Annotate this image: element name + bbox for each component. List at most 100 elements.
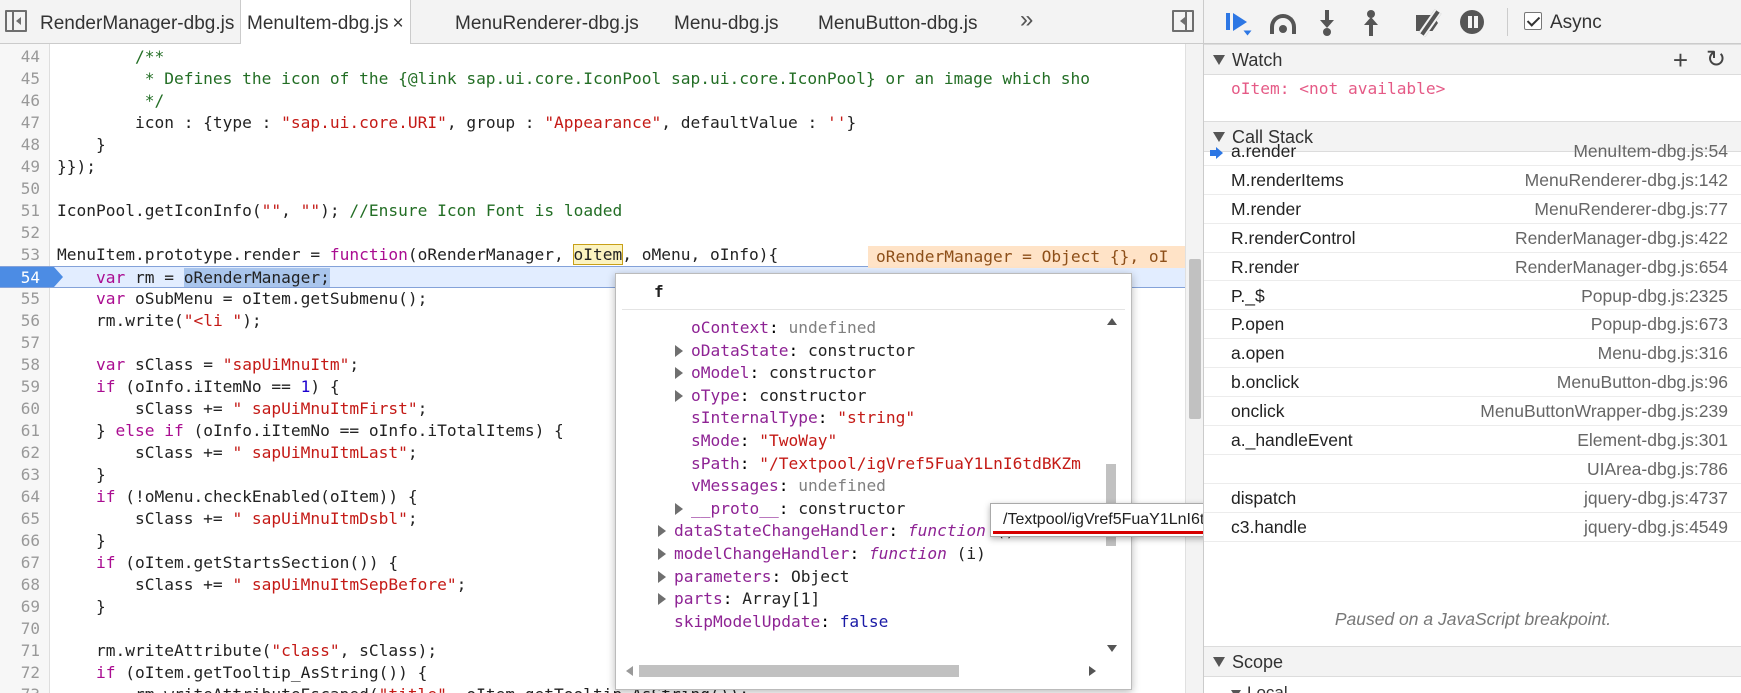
scroll-left-icon[interactable]: [626, 666, 633, 676]
property-row[interactable]: sPath: "/Textpool/igVref5FuaY1LnI6tdBKZm: [691, 451, 1081, 476]
tab-overflow-icon[interactable]: »: [1020, 6, 1034, 34]
line-number[interactable]: 51: [0, 200, 40, 222]
expand-triangle-icon[interactable]: [675, 344, 683, 357]
line-number[interactable]: 53: [0, 244, 40, 266]
property-row[interactable]: sMode: "TwoWay": [691, 428, 837, 453]
add-watch-button[interactable]: +: [1673, 47, 1688, 73]
call-frame[interactable]: R.renderControl RenderManager-dbg.js:422: [1204, 224, 1741, 253]
property-row[interactable]: modelChangeHandler: function (i): [658, 541, 986, 566]
code-line[interactable]: 50: [0, 178, 1185, 200]
property-row[interactable]: oType: constructor: [675, 383, 866, 408]
scroll-up-icon[interactable]: [1107, 318, 1117, 325]
code-line[interactable]: 46 */: [0, 90, 1185, 112]
pause-on-exceptions-button[interactable]: [1457, 8, 1487, 36]
frame-location[interactable]: UIArea-dbg.js:786: [1587, 455, 1728, 484]
call-frame[interactable]: a._handleEvent Element-dbg.js:301: [1204, 426, 1741, 455]
code-line[interactable]: 49}});: [0, 156, 1185, 178]
line-number[interactable]: 55: [0, 288, 40, 310]
code-line[interactable]: 44 /**: [0, 46, 1185, 68]
line-number[interactable]: 57: [0, 332, 40, 354]
step-out-button[interactable]: [1356, 8, 1386, 36]
editor-scroll-thumb[interactable]: [1189, 259, 1201, 419]
line-number[interactable]: 54: [0, 267, 40, 289]
property-row[interactable]: parts: Array[1]: [658, 586, 820, 611]
popover-hscroll-thumb[interactable]: [639, 665, 959, 677]
frame-location[interactable]: Menu-dbg.js:316: [1598, 339, 1728, 368]
line-number[interactable]: 69: [0, 596, 40, 618]
line-number[interactable]: 62: [0, 442, 40, 464]
frame-location[interactable]: RenderManager-dbg.js:422: [1515, 224, 1728, 253]
property-row[interactable]: __proto__: constructor: [675, 496, 905, 521]
tab-menu-button[interactable]: MenuButton-dbg.js: [818, 0, 978, 44]
line-number[interactable]: 73: [0, 684, 40, 693]
tab-menu-item[interactable]: MenuItem-dbg.js ×: [240, 0, 411, 45]
call-frame[interactable]: a.render MenuItem-dbg.js:54: [1204, 137, 1741, 166]
property-row[interactable]: sInternalType: "string": [691, 405, 915, 430]
refresh-watch-button[interactable]: ↻: [1706, 47, 1726, 73]
code-line[interactable]: 52: [0, 222, 1185, 244]
resume-button[interactable]: [1224, 8, 1254, 36]
step-over-button[interactable]: [1268, 8, 1298, 36]
call-frame[interactable]: M.render MenuRenderer-dbg.js:77: [1204, 195, 1741, 224]
line-number[interactable]: 65: [0, 508, 40, 530]
line-number[interactable]: 59: [0, 376, 40, 398]
code-line[interactable]: 47 icon : {type : "sap.ui.core.URI", gro…: [0, 112, 1185, 134]
frame-location[interactable]: Popup-dbg.js:2325: [1581, 282, 1728, 311]
toggle-navigator-icon[interactable]: [5, 10, 27, 32]
frame-location[interactable]: MenuRenderer-dbg.js:142: [1525, 166, 1728, 195]
expand-triangle-icon[interactable]: [675, 367, 683, 380]
tab-render-manager[interactable]: RenderManager-dbg.js: [40, 0, 234, 44]
line-number[interactable]: 52: [0, 222, 40, 244]
expand-triangle-icon[interactable]: [675, 389, 683, 402]
async-checkbox[interactable]: [1524, 12, 1542, 30]
tab-menu[interactable]: Menu-dbg.js: [674, 0, 779, 44]
editor-vertical-scrollbar[interactable]: [1185, 44, 1203, 693]
line-number[interactable]: 47: [0, 112, 40, 134]
frame-location[interactable]: Element-dbg.js:301: [1577, 426, 1728, 455]
frame-location[interactable]: MenuButtonWrapper-dbg.js:239: [1480, 397, 1728, 426]
line-number[interactable]: 63: [0, 464, 40, 486]
expand-triangle-icon[interactable]: [658, 548, 666, 560]
line-number[interactable]: 49: [0, 156, 40, 178]
property-row[interactable]: dataStateChangeHandler: function (): [658, 518, 1015, 543]
line-number[interactable]: 72: [0, 662, 40, 684]
code-line[interactable]: 45 * Defines the icon of the {@link sap.…: [0, 68, 1185, 90]
frame-location[interactable]: MenuButton-dbg.js:96: [1557, 368, 1728, 397]
expand-triangle-icon[interactable]: [675, 502, 683, 515]
line-number[interactable]: 68: [0, 574, 40, 596]
call-frame[interactable]: R.render RenderManager-dbg.js:654: [1204, 253, 1741, 282]
line-number[interactable]: 70: [0, 618, 40, 640]
deactivate-breakpoints-button[interactable]: [1414, 8, 1444, 37]
line-number[interactable]: 45: [0, 68, 40, 90]
line-number[interactable]: 50: [0, 178, 40, 200]
call-frame[interactable]: M.renderItems MenuRenderer-dbg.js:142: [1204, 166, 1741, 195]
code-line[interactable]: 48 }: [0, 134, 1185, 156]
line-number[interactable]: 46: [0, 90, 40, 112]
line-number[interactable]: 71: [0, 640, 40, 662]
expand-triangle-icon[interactable]: [658, 525, 666, 538]
call-frame[interactable]: P.open Popup-dbg.js:673: [1204, 310, 1741, 340]
call-frame[interactable]: b.onclick MenuButton-dbg.js:96: [1204, 368, 1741, 398]
call-frame[interactable]: dispatch jquery-dbg.js:4737: [1204, 484, 1741, 513]
popover-horizontal-scrollbar[interactable]: [622, 661, 1100, 679]
call-frame[interactable]: P._$ Popup-dbg.js:2325: [1204, 282, 1741, 311]
property-row[interactable]: parameters: Object: [658, 564, 849, 589]
call-frame[interactable]: onclick MenuButtonWrapper-dbg.js:239: [1204, 397, 1741, 426]
property-row[interactable]: vMessages: undefined: [691, 473, 886, 498]
expand-triangle-icon[interactable]: [658, 593, 666, 606]
line-number[interactable]: 64: [0, 486, 40, 508]
toggle-debugger-icon[interactable]: [1172, 10, 1194, 32]
line-number[interactable]: 60: [0, 398, 40, 420]
frame-location[interactable]: jquery-dbg.js:4549: [1584, 513, 1728, 542]
frame-location[interactable]: jquery-dbg.js:4737: [1584, 484, 1728, 513]
step-into-button[interactable]: [1312, 8, 1342, 36]
frame-location[interactable]: Popup-dbg.js:673: [1591, 310, 1728, 339]
code-line[interactable]: 51 IconPool.getIconInfo("", ""); //Ensure…: [0, 200, 1185, 222]
scroll-down-icon[interactable]: [1107, 645, 1117, 652]
async-label[interactable]: Async: [1550, 12, 1602, 34]
object-inspector-popover[interactable]: f oContext: undefined oDataState: constru…: [615, 273, 1132, 690]
frame-location[interactable]: MenuRenderer-dbg.js:77: [1534, 195, 1728, 224]
scope-pane-header[interactable]: Scope: [1204, 646, 1741, 677]
line-number[interactable]: 66: [0, 530, 40, 552]
tab-menu-renderer[interactable]: MenuRenderer-dbg.js: [455, 0, 639, 44]
